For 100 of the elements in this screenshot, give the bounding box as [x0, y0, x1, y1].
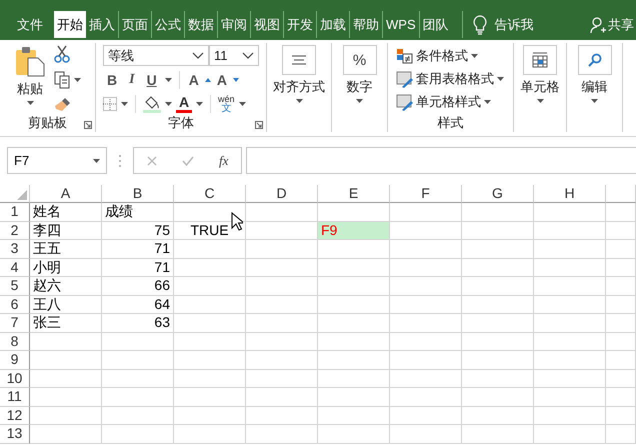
- caret-icon[interactable]: [591, 99, 598, 103]
- dialog-launcher-icon[interactable]: [84, 121, 92, 129]
- row-header[interactable]: 12: [0, 406, 30, 425]
- dialog-launcher-icon[interactable]: [255, 121, 263, 129]
- row-header[interactable]: 8: [0, 332, 30, 351]
- copy-icon[interactable]: [54, 70, 70, 88]
- caret-icon[interactable]: [26, 101, 34, 105]
- table-cell: [534, 351, 606, 370]
- style-menu-button[interactable]: 单元格样式: [396, 91, 504, 113]
- ribbon-tab[interactable]: 数据: [184, 11, 217, 38]
- column-header[interactable]: C: [174, 185, 246, 203]
- scissors-icon[interactable]: [54, 45, 70, 63]
- chevron-icon[interactable]: [192, 52, 204, 59]
- tell-me-search[interactable]: 告诉我: [494, 16, 534, 34]
- insert-function-button[interactable]: fx: [219, 152, 228, 168]
- grow-font-button[interactable]: A: [186, 72, 201, 88]
- borders-icon[interactable]: [103, 96, 117, 110]
- italic-button[interactable]: I: [125, 72, 139, 88]
- ribbon-tab[interactable]: WPS: [382, 11, 419, 38]
- font-size-field[interactable]: 11: [209, 45, 259, 66]
- caret-icon[interactable]: [164, 78, 172, 82]
- caret-icon[interactable]: [196, 102, 203, 106]
- table-cell: [246, 370, 318, 388]
- column-header[interactable]: B: [102, 185, 174, 203]
- style-menu-button[interactable]: 条件格式: [396, 45, 504, 67]
- phonetic-guide-button[interactable]: wén 文: [218, 94, 235, 112]
- check-icon[interactable]: [182, 156, 194, 166]
- caret-icon[interactable]: [93, 158, 100, 162]
- ribbon-tab[interactable]: 加载: [316, 11, 349, 38]
- column-header[interactable]: D: [246, 185, 318, 203]
- cells-button[interactable]: 单元格: [520, 45, 560, 103]
- row-header[interactable]: 6: [0, 296, 30, 314]
- table-cell: [246, 332, 318, 351]
- table-cell: [246, 314, 318, 332]
- ribbon-tab[interactable]: 帮助: [349, 11, 382, 38]
- font-color-button[interactable]: A: [176, 94, 192, 112]
- row-header[interactable]: 7: [0, 314, 30, 332]
- row-header[interactable]: 13: [0, 425, 30, 444]
- caret-icon[interactable]: [296, 99, 302, 103]
- table-cell: [462, 370, 534, 388]
- table-cell: [390, 388, 462, 406]
- lightbulb-icon[interactable]: [472, 14, 487, 34]
- chevron-icon[interactable]: [242, 52, 254, 59]
- row-header[interactable]: 3: [0, 240, 30, 258]
- fill-color-icon[interactable]: [143, 94, 161, 112]
- caret-icon[interactable]: [471, 54, 478, 58]
- column-header[interactable]: H: [534, 185, 606, 203]
- paintbrush-icon[interactable]: [54, 96, 72, 112]
- corner-header[interactable]: [0, 185, 30, 203]
- paste-button[interactable]: 粘贴: [14, 45, 46, 105]
- table-cell: [174, 277, 246, 296]
- ribbon-tab[interactable]: 团队: [418, 11, 452, 38]
- ribbon-tab[interactable]: 文件: [6, 11, 54, 38]
- row-header[interactable]: 11: [0, 388, 30, 406]
- column-header[interactable]: [606, 185, 636, 203]
- column-header[interactable]: F: [390, 185, 462, 203]
- caret-icon[interactable]: [165, 102, 172, 106]
- table-cell: [606, 203, 636, 222]
- bold-button[interactable]: B: [103, 72, 122, 88]
- table-cell: [246, 240, 318, 258]
- ribbon-tab[interactable]: 审阅: [217, 11, 250, 38]
- ribbon-tab[interactable]: 开始: [54, 11, 86, 38]
- row-header[interactable]: 1: [0, 203, 30, 222]
- caret-icon[interactable]: [74, 78, 81, 82]
- up-triangle-icon: [204, 78, 211, 82]
- table-cell: [390, 351, 462, 370]
- column-header[interactable]: A: [30, 185, 102, 203]
- table-cell: [30, 332, 102, 351]
- table-cell: [174, 258, 246, 277]
- caret-icon[interactable]: [121, 102, 128, 106]
- row-header[interactable]: 5: [0, 277, 30, 296]
- alignment-button[interactable]: 对齐方式: [273, 45, 325, 103]
- caret-icon[interactable]: [497, 77, 504, 81]
- table-cell: [462, 258, 534, 277]
- underline-button[interactable]: U: [142, 72, 161, 88]
- ribbon-tab[interactable]: 页面: [118, 11, 151, 38]
- ribbon-tab[interactable]: 公式: [151, 11, 184, 38]
- ribbon-tab[interactable]: 视图: [250, 11, 283, 38]
- share-button[interactable]: 共享: [608, 16, 634, 34]
- caret-icon[interactable]: [238, 102, 246, 106]
- person-add-icon[interactable]: [590, 16, 606, 34]
- row-header[interactable]: 2: [0, 222, 30, 240]
- font-name-field[interactable]: 等线: [103, 45, 209, 66]
- caret-icon[interactable]: [536, 99, 544, 103]
- name-box[interactable]: F7: [7, 147, 107, 174]
- caret-icon[interactable]: [484, 100, 491, 104]
- caret-icon[interactable]: [356, 99, 363, 103]
- style-menu-button[interactable]: 套用表格格式: [396, 68, 504, 90]
- ribbon-tab[interactable]: 插入: [86, 11, 118, 38]
- row-header[interactable]: 9: [0, 351, 30, 370]
- table-cell: [102, 332, 174, 351]
- shrink-font-button[interactable]: A: [214, 72, 229, 88]
- row-header[interactable]: 4: [0, 258, 30, 277]
- ribbon-tab[interactable]: 开发: [283, 11, 316, 38]
- table-cell: 75: [102, 222, 174, 240]
- row-header[interactable]: 10: [0, 370, 30, 388]
- column-header[interactable]: E: [318, 185, 390, 203]
- column-header[interactable]: G: [462, 185, 534, 203]
- mouse-pointer-icon: [231, 212, 243, 231]
- formula-input[interactable]: [246, 147, 636, 174]
